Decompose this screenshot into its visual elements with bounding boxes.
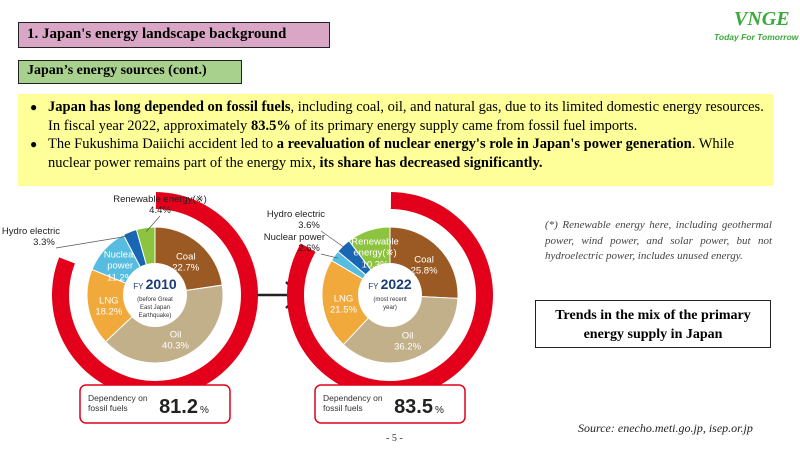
- vnge-logo: VNGE Today For Tomorrow: [712, 8, 799, 44]
- center-note: (before Great: [137, 297, 173, 303]
- energy-mix-charts: Coal22.7%Oil40.3%LNG18.2%Nuclearpower11.…: [2, 192, 493, 424]
- dependency-label: Dependency on: [88, 393, 148, 403]
- slice-label: energy(※): [353, 247, 396, 258]
- logo-mark: VNGE: [734, 8, 790, 30]
- slice-label: Renewable energy(※): [113, 194, 207, 205]
- chart-caption-box: Trends in the mix of the primary energy …: [535, 300, 771, 348]
- section-subtitle: Japan’s energy sources (cont.): [18, 60, 242, 84]
- center-note: Earthquake): [139, 313, 172, 319]
- slice-value: 18.2%: [95, 307, 122, 318]
- slice-value: 3.3%: [33, 237, 55, 248]
- renewable-footnote: (*) Renewable energy here, including geo…: [545, 219, 772, 262]
- bullet-text: 83.5%: [250, 117, 291, 134]
- bullet-item: The Fukushima Daiichi accident led to a …: [28, 135, 765, 172]
- center-note: year): [383, 305, 397, 311]
- page-title: 1. Japan's energy landscape background: [18, 22, 330, 48]
- slice-value: 36.2%: [394, 342, 421, 353]
- bullet-text: of its primary energy supply came from f…: [290, 117, 638, 134]
- slice-value: 4.4%: [149, 205, 171, 216]
- slice-label: LNG: [99, 296, 119, 307]
- slice-label: Nuclear power: [264, 232, 325, 243]
- dependency-value: 81.2: [159, 396, 198, 418]
- dependency-unit: %: [435, 405, 444, 416]
- slice-label: Hydro electric: [267, 209, 325, 220]
- slice-label: power: [107, 260, 133, 271]
- source-citation: Source: enecho.meti.go.jp, isep.or.jp: [578, 421, 753, 435]
- dependency-unit: %: [200, 405, 209, 416]
- bullet-item: Japan has long depended on fossil fuels,…: [28, 98, 765, 135]
- slice-label: Hydro electric: [2, 226, 60, 237]
- slice-value: 21.5%: [330, 305, 357, 316]
- slice-value: 40.3%: [162, 340, 189, 351]
- slice-label: Renewable: [351, 236, 399, 247]
- slice-label: Oil: [170, 329, 182, 340]
- dependency-label: fossil fuels: [88, 403, 128, 413]
- center-disc: [358, 263, 422, 327]
- slice-label: Oil: [402, 331, 414, 342]
- bullet-text: The Fukushima Daiichi accident led to: [48, 136, 277, 152]
- slice-label: LNG: [334, 294, 354, 305]
- center-note: (most recent: [373, 297, 407, 303]
- dependency-label: Dependency on: [323, 393, 383, 403]
- dependency-value: 83.5: [394, 396, 433, 418]
- logo-tagline: Today For Tomorrow: [714, 32, 799, 42]
- bullet-text: Japan has long depended on fossil fuels: [48, 99, 291, 115]
- key-points-box: Japan has long depended on fossil fuels,…: [18, 94, 773, 186]
- bullet-list: Japan has long depended on fossil fuels,…: [28, 98, 765, 172]
- slice-label: Coal: [176, 251, 196, 262]
- bullet-text: a reevaluation of nuclear energy's role …: [276, 136, 692, 152]
- page-number: - 5 -: [386, 433, 403, 444]
- slice-label: Coal: [414, 255, 434, 266]
- center-note: East Japan: [140, 305, 170, 311]
- slice-value: 2.6%: [298, 243, 320, 254]
- slice-value: 3.6%: [298, 220, 320, 231]
- bullet-text: its share has decreased significantly.: [319, 154, 543, 171]
- dependency-label: fossil fuels: [323, 403, 363, 413]
